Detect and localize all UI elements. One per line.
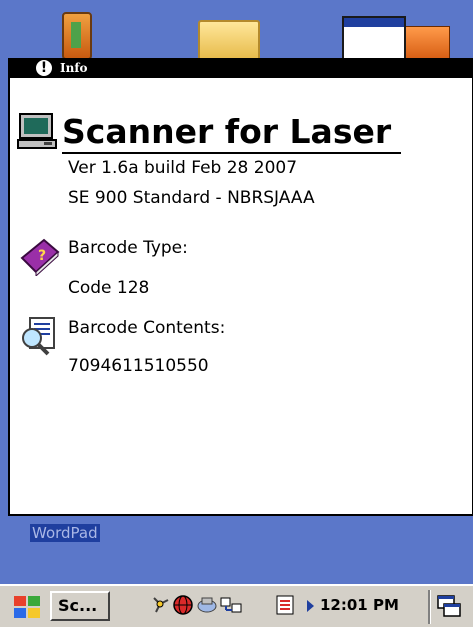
window-title: Info — [60, 61, 88, 75]
info-icon: ! — [34, 58, 54, 78]
clock[interactable]: 12:01 PM — [320, 596, 399, 614]
computer-icon — [17, 113, 57, 149]
version-text: Ver 1.6a build Feb 28 2007 — [68, 158, 298, 178]
tray-expand-icon[interactable] — [307, 600, 314, 612]
device-icon[interactable] — [62, 12, 92, 60]
document-list-icon[interactable] — [274, 594, 296, 616]
barcode-contents-value: 7094611510550 — [68, 356, 209, 376]
model-text: SE 900 Standard - NBRSJAAA — [68, 188, 315, 208]
connection-icon[interactable] — [220, 594, 242, 616]
barcode-type-label: Barcode Type: — [68, 238, 188, 258]
window-icon[interactable] — [342, 16, 406, 64]
document-search-icon — [22, 317, 55, 356]
globe-icon[interactable] — [172, 594, 194, 616]
start-button[interactable] — [12, 592, 42, 622]
app-title: Scanner for Laser — [62, 112, 402, 154]
info-window: ! Info Scanner for Laser Ver 1.6a build … — [8, 58, 473, 516]
show-desktop-icon[interactable] — [436, 594, 462, 620]
barcode-type-value: Code 128 — [68, 278, 150, 298]
wordpad-label[interactable]: WordPad — [30, 524, 100, 542]
taskbar-app-button[interactable]: Sc... — [50, 591, 110, 621]
power-plug-icon[interactable] — [150, 594, 172, 616]
titlebar: ! Info — [10, 58, 472, 78]
svg-text:?: ? — [38, 248, 46, 264]
taskbar: Sc... 12:01 PM — [0, 584, 473, 627]
taskbar-separator — [428, 590, 431, 624]
barcode-contents-label: Barcode Contents: — [68, 318, 226, 338]
folder-icon[interactable] — [198, 20, 260, 62]
help-book-icon: ? — [20, 238, 60, 276]
network-icon[interactable] — [196, 594, 218, 616]
